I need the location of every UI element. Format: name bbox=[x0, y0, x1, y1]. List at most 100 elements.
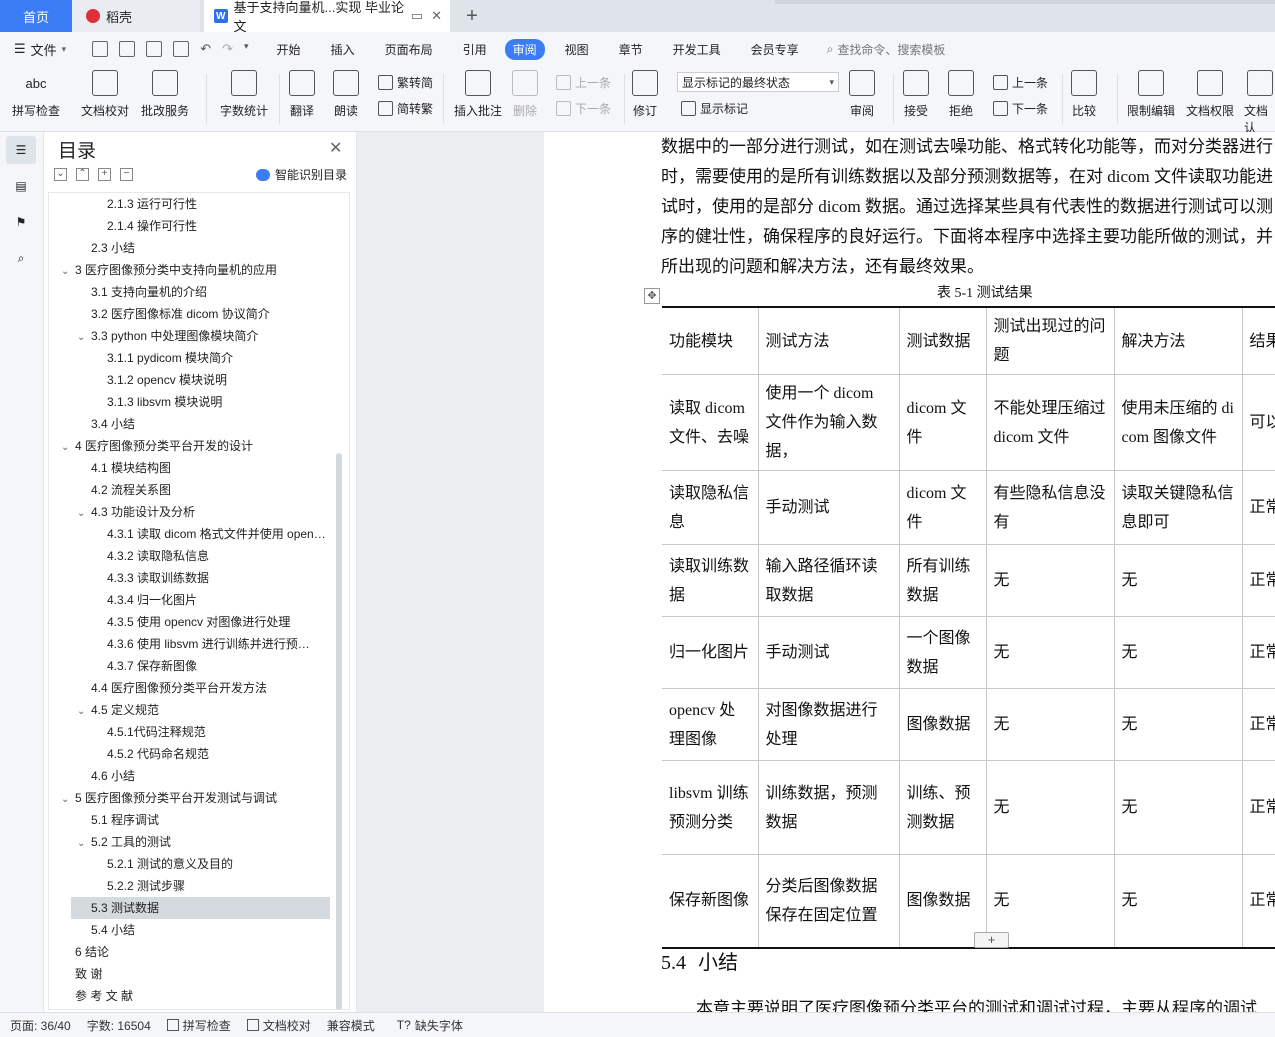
table-cell[interactable]: 正常 bbox=[1242, 854, 1275, 949]
toc-item[interactable]: 5.2.1 测试的意义及目的 bbox=[107, 853, 233, 875]
table-cell[interactable]: 无 bbox=[1114, 616, 1243, 689]
export-pdf-icon[interactable] bbox=[119, 41, 136, 57]
markup-state-select[interactable]: 显示标记的最终状态 ▾ bbox=[677, 72, 839, 92]
table-header-cell[interactable]: 结果 bbox=[1242, 306, 1275, 375]
toc-item[interactable]: ⌄ 4 医疗图像预分类平台开发的设计 bbox=[61, 435, 253, 457]
toc-item[interactable]: 5.4 小结 bbox=[91, 919, 135, 941]
prev-change-button[interactable]: 上一条 bbox=[993, 74, 1048, 91]
table-cell[interactable]: 正常 bbox=[1242, 760, 1275, 855]
table-cell[interactable]: 无 bbox=[1114, 854, 1243, 949]
table-cell[interactable]: 一个图像数据 bbox=[899, 616, 987, 689]
toc-item[interactable]: 5.1 程序调试 bbox=[91, 809, 159, 831]
tab-document[interactable]: W 基于支持向量机...实现 毕业论文 ▭ ✕ bbox=[204, 0, 450, 34]
toc-item-selected[interactable]: 5.3 测试数据 bbox=[71, 897, 330, 919]
toc-item[interactable]: ⌄ 5.2 工具的测试 bbox=[77, 831, 171, 853]
page-indicator[interactable]: 页面: 36/40 bbox=[10, 1017, 71, 1034]
read-aloud-button[interactable]: 朗读 bbox=[333, 70, 359, 119]
chevron-down-icon[interactable]: ⌄ bbox=[61, 789, 75, 809]
missing-font[interactable]: T? 缺失字体 bbox=[397, 1017, 463, 1034]
toc-item[interactable]: 6 结论 bbox=[75, 941, 109, 963]
track-changes-button[interactable]: 修订 bbox=[632, 70, 658, 119]
expand-up-icon[interactable]: ⌃ bbox=[76, 168, 89, 181]
doc-proof-button[interactable]: 文档校对 bbox=[81, 70, 129, 119]
table-cell[interactable]: 无 bbox=[986, 616, 1115, 689]
toc-item[interactable]: 3.4 小结 bbox=[91, 413, 135, 435]
table-cell[interactable]: 可以并去 bbox=[1242, 374, 1275, 471]
toc-item[interactable]: 2.3 小结 bbox=[91, 237, 135, 259]
toc-item[interactable]: 4.3.4 归一化图片 bbox=[107, 589, 197, 611]
toc-item[interactable]: 3.1.1 pydicom 模块简介 bbox=[107, 347, 233, 369]
doc-permission-button[interactable]: 文档权限 bbox=[1186, 70, 1234, 119]
table-cell[interactable]: 无 bbox=[1114, 760, 1243, 855]
table-cell[interactable]: 训练数据，预测数据 bbox=[758, 760, 900, 855]
tab-daoke[interactable]: 稻壳 bbox=[72, 0, 200, 32]
table-cell[interactable]: 读取隐私信息 bbox=[662, 470, 759, 545]
chevron-down-icon[interactable]: ⌄ bbox=[77, 327, 91, 347]
toc-item[interactable]: 4.1 模块结构图 bbox=[91, 457, 171, 479]
translate-button[interactable]: 翻译 bbox=[289, 70, 315, 119]
body-text-line[interactable]: 本章主要说明了医疗图像预分类平台的测试和调试过程，主要从程序的调试 bbox=[696, 994, 1257, 1012]
table-cell[interactable]: 读取 dicom 文件、去噪 bbox=[662, 374, 759, 471]
toc-panel-icon[interactable]: ☰ bbox=[6, 136, 36, 164]
table-header-cell[interactable]: 测试出现过的问题 bbox=[986, 306, 1115, 375]
table-cell[interactable]: 保存新图像 bbox=[662, 854, 759, 949]
chevron-down-icon[interactable]: ⌄ bbox=[61, 261, 75, 281]
menu-view[interactable]: 视图 bbox=[563, 39, 591, 60]
table-cell[interactable]: opencv 处理图像 bbox=[662, 688, 759, 761]
menu-developer[interactable]: 开发工具 bbox=[671, 39, 723, 60]
prev-comment-button[interactable]: 上一条 bbox=[556, 74, 611, 91]
table-cell[interactable]: 读取关键隐私信息即可 bbox=[1114, 470, 1243, 545]
to-traditional-button[interactable]: 繁转简 bbox=[378, 74, 433, 91]
body-text-line[interactable]: 试时，使用的是部分 dicom 数据。通过选择某些具有代表性的数据进行测试可以测 bbox=[661, 192, 1273, 217]
menu-chapter[interactable]: 章节 bbox=[617, 39, 645, 60]
chevron-down-icon[interactable]: ⌄ bbox=[61, 437, 75, 457]
tab-close-icon[interactable]: ✕ bbox=[431, 8, 442, 24]
table-cell[interactable]: 不能处理压缩过 dicom 文件 bbox=[986, 374, 1115, 471]
menu-start[interactable]: 开始 bbox=[275, 39, 303, 60]
toc-item[interactable]: 3.1.2 opencv 模块说明 bbox=[107, 369, 227, 391]
toc-item[interactable]: 4.3.7 保存新图像 bbox=[107, 655, 197, 677]
toc-item[interactable]: 4.3.3 读取训练数据 bbox=[107, 567, 209, 589]
tab-home[interactable]: 首页 bbox=[0, 0, 72, 32]
table-cell[interactable]: 无 bbox=[1114, 544, 1243, 617]
menu-insert[interactable]: 插入 bbox=[329, 39, 357, 60]
add-heading-icon[interactable]: + bbox=[98, 168, 111, 181]
table-cell[interactable]: 正常 bbox=[1242, 470, 1275, 545]
find-icon[interactable]: ⌕ bbox=[11, 248, 31, 268]
table-cell[interactable]: 输入路径循环读取数据 bbox=[758, 544, 900, 617]
table-cell[interactable]: dicom 文件 bbox=[899, 374, 987, 471]
table-cell[interactable]: 无 bbox=[1114, 688, 1243, 761]
body-text-line[interactable]: 时，需要使用的是所有训练数据以及部分预测数据等，在对 dicom 文件读取功能进 bbox=[661, 162, 1273, 187]
reject-button[interactable]: 拒绝 bbox=[948, 70, 974, 119]
undo-icon[interactable]: ↶ bbox=[200, 41, 211, 57]
add-table-row-icon[interactable]: + bbox=[974, 932, 1009, 948]
toc-item[interactable]: ⌄ 4.3 功能设计及分析 bbox=[77, 501, 195, 523]
toc-item[interactable]: 2.1.3 运行可行性 bbox=[107, 193, 197, 215]
restrict-edit-button[interactable]: 限制编辑 bbox=[1127, 70, 1175, 119]
toc-item[interactable]: 4.6 小结 bbox=[91, 765, 135, 787]
redo-icon[interactable]: ↷ bbox=[222, 41, 233, 57]
table-cell[interactable]: 图像数据 bbox=[899, 688, 987, 761]
status-spell-check[interactable]: 拼写检查 bbox=[166, 1017, 231, 1034]
toc-item[interactable]: 4.4 医疗图像预分类平台开发方法 bbox=[91, 677, 267, 699]
status-doc-proof[interactable]: 文档校对 bbox=[246, 1017, 311, 1034]
chapter-nav-icon[interactable]: ▤ bbox=[11, 176, 31, 196]
toc-item[interactable]: 4.3.2 读取隐私信息 bbox=[107, 545, 209, 567]
delete-comment-button[interactable]: 删除 bbox=[512, 70, 538, 119]
body-text-line[interactable]: 所出现的问题和解决方法，还有最终效果。 bbox=[661, 252, 984, 277]
to-simplified-button[interactable]: 简转繁 bbox=[378, 100, 433, 117]
word-count-button[interactable]: 字数统计 bbox=[220, 70, 268, 119]
table-cell[interactable]: 无 bbox=[986, 760, 1115, 855]
toc-item[interactable]: 4.3.1 读取 dicom 格式文件并使用 opencv 处理 bbox=[107, 523, 327, 545]
toc-item[interactable]: ⌄ 3.3 python 中处理图像模块简介 bbox=[77, 325, 258, 347]
print-icon[interactable] bbox=[146, 41, 163, 57]
body-text-line[interactable]: 序的健壮性，确保程序的良好运行。下面将本程序中选择主要功能所做的测试，并 bbox=[661, 222, 1273, 247]
table-cell[interactable]: 正常 bbox=[1242, 616, 1275, 689]
word-count-indicator[interactable]: 字数: 16504 bbox=[87, 1017, 151, 1034]
table-cell[interactable]: dicom 文件 bbox=[899, 470, 987, 545]
next-change-button[interactable]: 下一条 bbox=[993, 100, 1048, 117]
quick-access-more-icon[interactable]: ▾ bbox=[244, 41, 249, 57]
table-header-cell[interactable]: 解决方法 bbox=[1114, 306, 1243, 375]
table-cell[interactable]: 使用一个 dicom 文件作为输入数据， bbox=[758, 374, 900, 471]
next-comment-button[interactable]: 下一条 bbox=[556, 100, 611, 117]
